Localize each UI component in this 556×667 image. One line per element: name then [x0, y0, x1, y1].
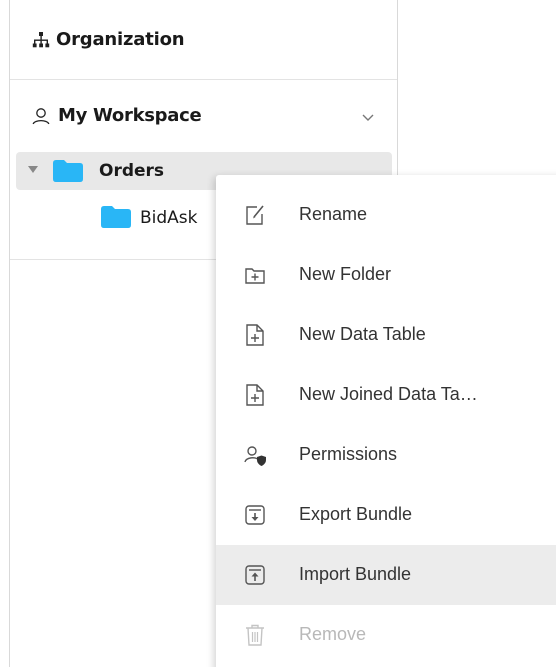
caret-down-icon[interactable] — [28, 166, 38, 174]
menu-item-label: New Folder — [299, 264, 392, 284]
workspace-header[interactable]: My Workspace — [10, 80, 397, 152]
new-file-icon — [246, 324, 264, 346]
menu-item-label: Permissions — [299, 444, 398, 464]
new-folder-icon — [245, 268, 265, 284]
organization-row[interactable]: Organization — [10, 0, 397, 80]
tree-item-label: Orders — [99, 161, 165, 181]
menu-item-label: New Data Table — [299, 324, 426, 344]
permissions-icon — [244, 446, 266, 466]
menu-item-new-joined-data-table[interactable]: New Joined Data Ta… — [216, 365, 556, 425]
hierarchy-icon — [32, 32, 50, 48]
organization-label: Organization — [56, 29, 185, 50]
menu-item-label: Remove — [299, 624, 367, 644]
menu-item-label: Rename — [299, 204, 368, 224]
menu-item-new-data-table[interactable]: New Data Table — [216, 305, 556, 365]
folder-icon — [53, 160, 83, 182]
export-icon — [245, 505, 265, 525]
rename-icon — [246, 205, 264, 225]
tree-item-label: BidAsk — [140, 208, 198, 228]
new-file-icon — [246, 384, 264, 406]
chevron-down-icon[interactable] — [361, 112, 375, 122]
trash-icon — [246, 624, 264, 646]
menu-item-label: New Joined Data Ta… — [299, 384, 478, 404]
menu-item-label: Export Bundle — [299, 504, 413, 524]
folder-icon — [101, 206, 131, 228]
workspace-label: My Workspace — [58, 105, 202, 126]
menu-item-import-bundle[interactable]: Import Bundle — [216, 545, 556, 605]
menu-item-permissions[interactable]: Permissions — [216, 425, 556, 485]
user-icon — [32, 108, 50, 125]
import-icon — [245, 565, 265, 585]
menu-item-rename[interactable]: Rename — [216, 185, 556, 245]
menu-item-label: Import Bundle — [299, 564, 412, 584]
page: Organization My Workspace Orders BidAsk … — [0, 0, 556, 667]
menu-item-remove[interactable]: Remove — [216, 605, 556, 665]
menu-item-new-folder[interactable]: New Folder — [216, 245, 556, 305]
context-menu: Rename New Folder New Data Table New Joi… — [216, 175, 556, 667]
menu-item-export-bundle[interactable]: Export Bundle — [216, 485, 556, 545]
